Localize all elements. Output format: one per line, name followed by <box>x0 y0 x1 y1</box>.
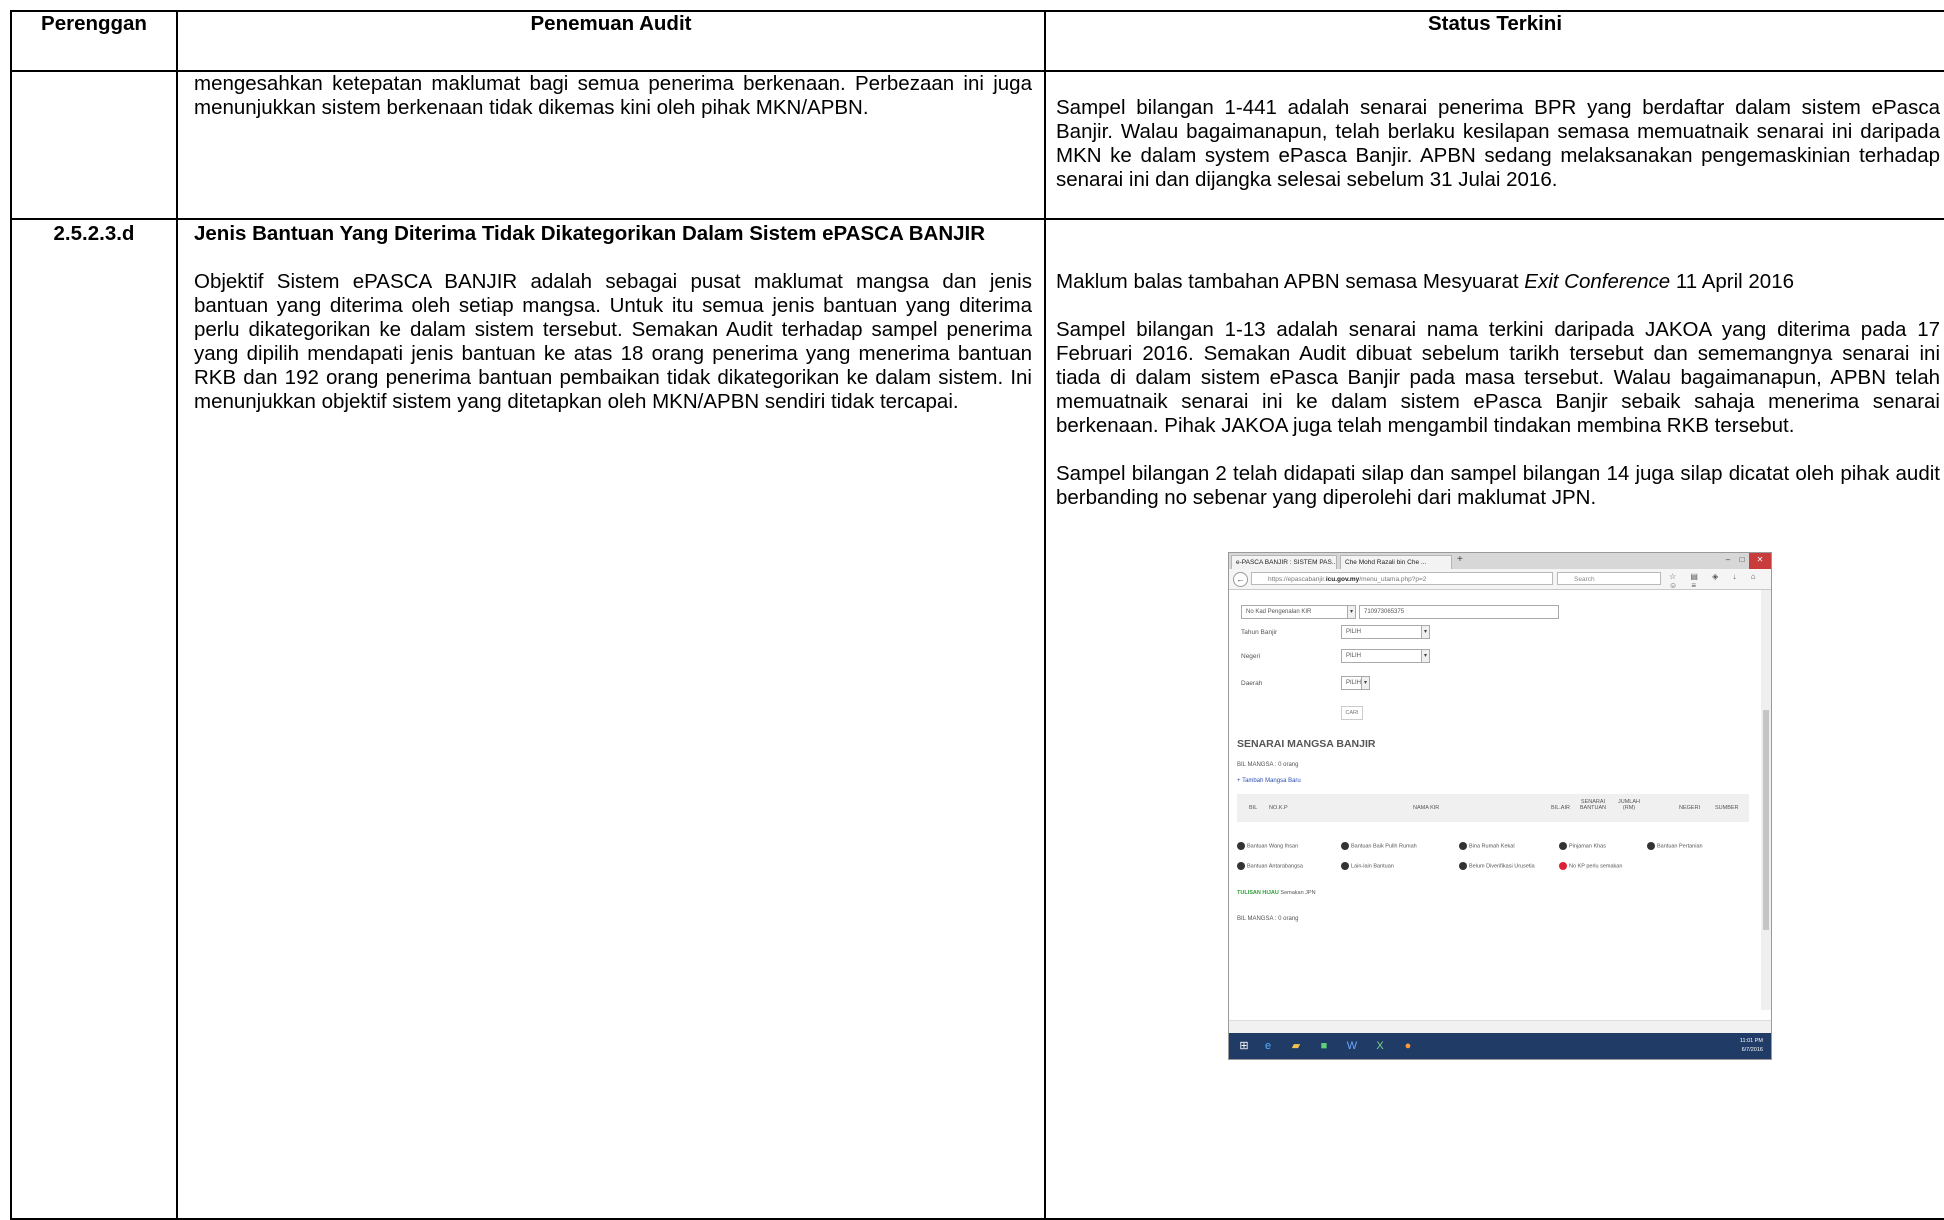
vertical-scrollbar <box>1761 590 1771 1010</box>
folder-icon: ▰ <box>1291 1040 1301 1052</box>
browser-nav-bar: ← https://epascabanjir.icu.gov.my/menu_u… <box>1229 569 1771 590</box>
finding-text: mengesahkan ketepatan maklumat bagi semu… <box>194 72 1032 119</box>
chevron-down-icon: ▾ <box>1421 649 1430 663</box>
legend-item: No KP perlu semakan <box>1559 862 1622 870</box>
legend-item: Pinjaman Khas <box>1559 842 1606 850</box>
address-bar: https://epascabanjir.icu.gov.my/menu_uta… <box>1251 572 1553 585</box>
senarai-heading: SENARAI MANGSA BANJIR <box>1237 738 1376 750</box>
back-icon: ← <box>1233 572 1248 587</box>
legend-item: Bantuan Pertanian <box>1647 842 1703 850</box>
legend-item: Bantuan Wang Ihsan <box>1237 842 1298 850</box>
browser-tab: e-PASCA BANJIR : SISTEM PAS... <box>1231 555 1337 569</box>
browser-toolbar-icons: ☆ ▤ ◈ ↓ ⌂ ☺ ≡ <box>1669 572 1762 590</box>
browser-tab: Che Mohd Razali bin Che ... <box>1340 555 1452 569</box>
table-row: 2.5.2.3.d Jenis Bantuan Yang Diterima Ti… <box>10 218 1944 1220</box>
header-row: Perenggan Penemuan Audit Status Terkini <box>10 10 1944 72</box>
finding-title: Jenis Bantuan Yang Diterima Tidak Dikate… <box>194 222 986 245</box>
browser-tab-bar: e-PASCA BANJIR : SISTEM PAS... Che Mohd … <box>1229 553 1771 569</box>
chevron-down-icon: ▾ <box>1361 676 1370 690</box>
chevron-down-icon: ▾ <box>1347 605 1356 619</box>
header-perenggan: Perenggan <box>10 10 178 72</box>
header-penemuan-audit: Penemuan Audit <box>176 10 1046 72</box>
minimize-icon: – <box>1725 555 1731 564</box>
window-controls: – □ ✕ <box>1721 553 1771 569</box>
finding-cell: mengesahkan ketepatan maklumat bagi semu… <box>176 70 1046 220</box>
status-paragraph: Sampel bilangan 2 telah didapati silap d… <box>1056 462 1940 509</box>
maximize-icon: □ <box>1739 555 1745 564</box>
internet-explorer-icon: e <box>1264 1040 1272 1052</box>
legend-item: Lain-lain Bantuan <box>1341 862 1394 870</box>
browser-search-box: Search <box>1557 572 1661 585</box>
legend-item: Bina Rumah Kekal <box>1459 842 1515 850</box>
victims-table-header: BIL NO.K.P NAMA KIR BIL.AIR SENARAI BANT… <box>1237 794 1749 822</box>
firefox-icon: ● <box>1404 1040 1412 1052</box>
th-sumber: SUMBER <box>1715 805 1739 811</box>
header-status-terkini: Status Terkini <box>1044 10 1944 72</box>
paragraph-cell: 2.5.2.3.d <box>10 218 178 1220</box>
paragraph-number: 2.5.2.3.d <box>53 222 135 245</box>
status-paragraph: Sampel bilangan 1-13 adalah senarai nama… <box>1056 318 1940 437</box>
th-nama: NAMA KIR <box>1413 805 1440 811</box>
paragraph-cell <box>10 70 178 220</box>
tahun-banjir-select: PILIH <box>1341 625 1429 639</box>
daerah-label: Daerah <box>1241 680 1263 687</box>
new-tab-icon: + <box>1457 554 1463 565</box>
legend-item: Bantuan Antarabangsa <box>1237 862 1303 870</box>
excel-icon: X <box>1376 1040 1384 1052</box>
id-type-select: No Kad Pengenalan KIR <box>1241 605 1355 619</box>
finding-body: Objektif Sistem ePASCA BANJIR adalah seb… <box>194 270 1032 413</box>
tambah-mangsa-link: + Tambah Mangsa Baru <box>1237 778 1301 784</box>
th-senarai: SENARAI BANTUAN <box>1579 799 1607 811</box>
negeri-label: Negeri <box>1241 653 1261 660</box>
th-bilair: BIL.AIR <box>1551 805 1570 811</box>
audit-table: Perenggan Penemuan Audit Status Terkini … <box>10 10 1944 1220</box>
taskbar-clock: 11:01 PM 6/7/2016 <box>1739 1038 1763 1053</box>
windows-start-icon: ⊞ <box>1239 1040 1249 1052</box>
th-bil: BIL <box>1249 805 1258 811</box>
status-text: Sampel bilangan 1-441 adalah senarai pen… <box>1056 96 1940 191</box>
horizontal-scrollbar <box>1229 1020 1771 1033</box>
epasca-page-content: No Kad Pengenalan KIR ▾ 710973065375 Tah… <box>1229 590 1759 1010</box>
negeri-select: PILIH <box>1341 649 1429 663</box>
cari-button: CARI <box>1341 706 1363 720</box>
tahun-banjir-label: Tahun Banjir <box>1241 629 1278 636</box>
bil-mangsa-text: BIL MANGSA : 0 orang <box>1237 916 1299 922</box>
th-nokp: NO.K.P <box>1269 805 1288 811</box>
th-negeri: NEGERI <box>1679 805 1701 811</box>
id-number-field: 710973065375 <box>1359 605 1559 619</box>
th-jumlah: JUMLAH (RM) <box>1617 799 1640 811</box>
table-row: mengesahkan ketepatan maklumat bagi semu… <box>10 70 1944 220</box>
finding-cell: Jenis Bantuan Yang Diterima Tidak Dikate… <box>176 218 1046 1220</box>
status-intro: Maklum balas tambahan APBN semasa Mesyua… <box>1056 270 1795 293</box>
legend-item: Belum Diverifikasi Urusetia <box>1459 862 1535 870</box>
legend-item: Bantuan Baik Pulih Rumah <box>1341 842 1417 850</box>
app-icon: ■ <box>1320 1040 1328 1052</box>
status-cell: Maklum balas tambahan APBN semasa Mesyua… <box>1044 218 1944 1220</box>
status-cell: Sampel bilangan 1-441 adalah senarai pen… <box>1044 70 1944 220</box>
exit-conference-text: Exit Conference <box>1524 270 1671 293</box>
bil-mangsa-text: BIL MANGSA : 0 orang <box>1237 762 1299 768</box>
tulisan-hijau-note: TULISAN HIJAU Semakan JPN <box>1237 890 1316 896</box>
close-icon: ✕ <box>1749 553 1771 569</box>
epasca-screenshot: e-PASCA BANJIR : SISTEM PAS... Che Mohd … <box>1228 552 1772 1060</box>
windows-taskbar: ⊞ e ▰ ■ W X ● 11:01 PM 6/7/2016 <box>1229 1033 1771 1059</box>
chevron-down-icon: ▾ <box>1421 625 1430 639</box>
word-icon: W <box>1346 1040 1358 1052</box>
